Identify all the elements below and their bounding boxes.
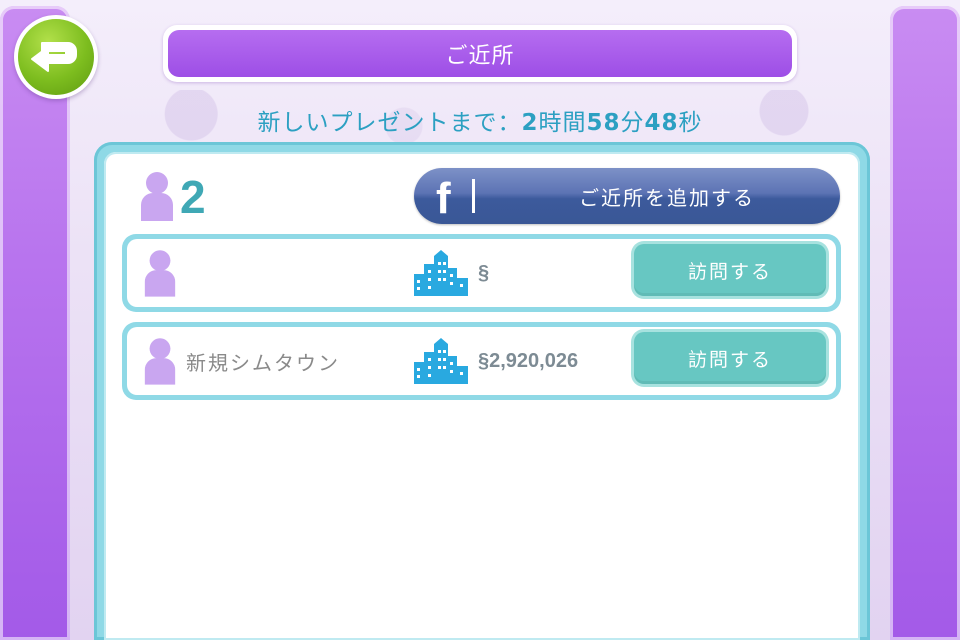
neighbor-name: 新規シムタウン bbox=[186, 350, 340, 375]
city-icon bbox=[414, 338, 468, 384]
gift-timer-seconds-unit: 秒 bbox=[678, 110, 703, 136]
add-neighbor-button[interactable]: f ご近所を追加する bbox=[414, 168, 840, 224]
gift-timer-minutes-unit: 分 bbox=[620, 110, 645, 136]
facebook-icon: f bbox=[436, 174, 451, 223]
city-icon bbox=[414, 250, 468, 296]
left-side-panel bbox=[0, 6, 70, 640]
facebook-separator bbox=[472, 179, 475, 213]
gift-timer: 新しいプレゼントまで：2時間58分48秒 bbox=[0, 103, 960, 137]
person-icon bbox=[144, 250, 176, 297]
back-arrow-icon bbox=[18, 19, 94, 95]
person-icon bbox=[144, 338, 176, 385]
visit-button[interactable]: 訪問する bbox=[634, 244, 826, 296]
gift-timer-hours: 2 bbox=[521, 110, 539, 136]
gift-timer-minutes: 58 bbox=[586, 110, 621, 136]
page-title-bar: ご近所 bbox=[163, 25, 797, 82]
neighbor-simoleons: § bbox=[478, 261, 490, 284]
back-button[interactable] bbox=[14, 15, 98, 99]
neighbor-row: § 訪問する bbox=[122, 234, 841, 312]
add-neighbor-label: ご近所を追加する bbox=[579, 185, 755, 210]
gift-timer-hours-unit: 時間 bbox=[538, 110, 587, 136]
right-side-panel bbox=[890, 6, 960, 640]
person-icon bbox=[141, 172, 173, 221]
gift-timer-seconds: 48 bbox=[644, 110, 679, 136]
neighbor-count: 2 bbox=[180, 171, 206, 223]
page-title: ご近所 bbox=[168, 30, 792, 77]
neighbor-row: 新規シムタウン §2,920,026 訪問する bbox=[122, 322, 841, 400]
gift-timer-prefix: 新しいプレゼントまで： bbox=[257, 110, 522, 136]
neighbor-simoleons: §2,920,026 bbox=[478, 349, 579, 372]
visit-button[interactable]: 訪問する bbox=[634, 332, 826, 384]
